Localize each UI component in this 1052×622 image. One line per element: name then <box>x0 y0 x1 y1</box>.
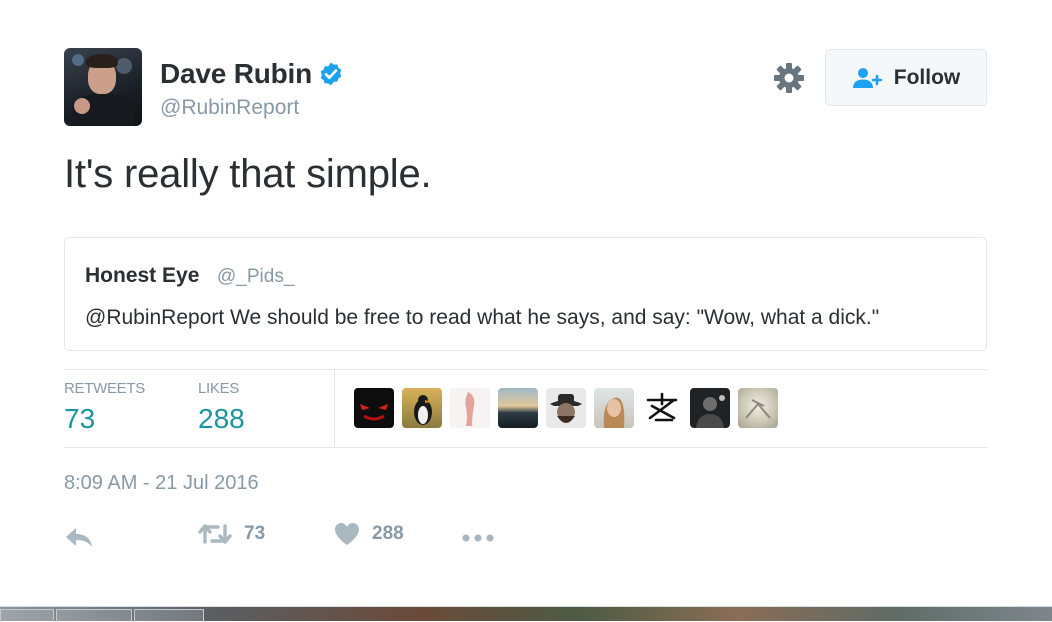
quoted-author-name: Honest Eye <box>85 264 200 287</box>
light-abstract-icon <box>745 399 771 419</box>
retweets-label: RETWEETS <box>64 380 145 397</box>
tweet-text: It's really that simple. <box>64 152 432 196</box>
more-dots-icon <box>462 534 494 542</box>
verified-badge-icon <box>320 62 342 86</box>
heart-icon <box>335 523 359 545</box>
retweet-button[interactable]: 73 <box>198 522 265 546</box>
figure-icon <box>465 392 475 426</box>
glyph-symbol-icon <box>646 392 678 422</box>
penguin-avatar[interactable] <box>402 388 442 428</box>
avatar-hand <box>74 98 90 114</box>
tweet-stats: RETWEETS 73 LIKES 288 <box>64 369 987 448</box>
author-name[interactable]: Dave Rubin <box>160 58 312 90</box>
like-count: 288 <box>372 523 404 544</box>
retweets-count: 73 <box>64 403 96 434</box>
author-name-row: Dave Rubin <box>160 58 344 90</box>
red-eyes-avatar[interactable] <box>354 388 394 428</box>
dark-portrait-avatar[interactable] <box>690 388 730 428</box>
avatar-bg-light <box>72 54 84 66</box>
like-button[interactable]: 288 <box>334 522 404 546</box>
glyph-symbol-avatar[interactable] <box>642 388 682 428</box>
author-avatar[interactable] <box>64 48 142 126</box>
likes-label: LIKES <box>198 380 240 397</box>
tweet-timestamp[interactable]: 8:09 AM - 21 Jul 2016 <box>64 472 259 495</box>
follow-label: Follow <box>893 65 961 89</box>
woman-portrait-icon <box>603 397 625 428</box>
light-abstract-avatar[interactable] <box>738 388 778 428</box>
retweet-icon <box>198 524 232 544</box>
likers-list <box>354 388 778 428</box>
red-eyes-icon <box>360 404 388 421</box>
author-handle[interactable]: @RubinReport <box>160 96 299 120</box>
avatar-bg-light <box>116 58 132 74</box>
penguin-icon <box>414 395 432 425</box>
follow-button[interactable]: Follow <box>825 49 987 106</box>
taskbar-button[interactable] <box>0 609 54 622</box>
stats-divider <box>334 370 335 446</box>
tweet: Dave Rubin @RubinReport Follow It's real… <box>0 0 1052 606</box>
likes-count: 288 <box>198 403 245 434</box>
taskbar-button[interactable] <box>134 609 204 622</box>
hat-man-icon <box>550 394 582 423</box>
hat-man-avatar[interactable] <box>546 388 586 428</box>
quoted-tweet[interactable]: Honest Eye @_Pids_ @RubinReport We shoul… <box>64 237 987 351</box>
os-taskbar <box>0 606 1052 622</box>
figure-avatar[interactable] <box>450 388 490 428</box>
more-button[interactable] <box>462 528 494 548</box>
dark-portrait-icon <box>696 395 725 428</box>
woman-portrait-avatar[interactable] <box>594 388 634 428</box>
avatar-hair <box>86 54 118 68</box>
reply-button[interactable] <box>64 526 94 548</box>
gear-icon[interactable] <box>773 62 805 94</box>
likes-stat[interactable]: LIKES 288 <box>198 380 245 435</box>
retweet-count: 73 <box>244 523 266 544</box>
reply-icon <box>66 528 92 547</box>
quoted-author-handle: @_Pids_ <box>217 266 295 287</box>
add-user-icon <box>852 67 883 88</box>
sunset-landscape-avatar[interactable] <box>498 388 538 428</box>
retweets-stat[interactable]: RETWEETS 73 <box>64 380 145 435</box>
taskbar-button[interactable] <box>56 609 132 622</box>
quoted-tweet-text: @RubinReport We should be free to read w… <box>85 306 880 329</box>
